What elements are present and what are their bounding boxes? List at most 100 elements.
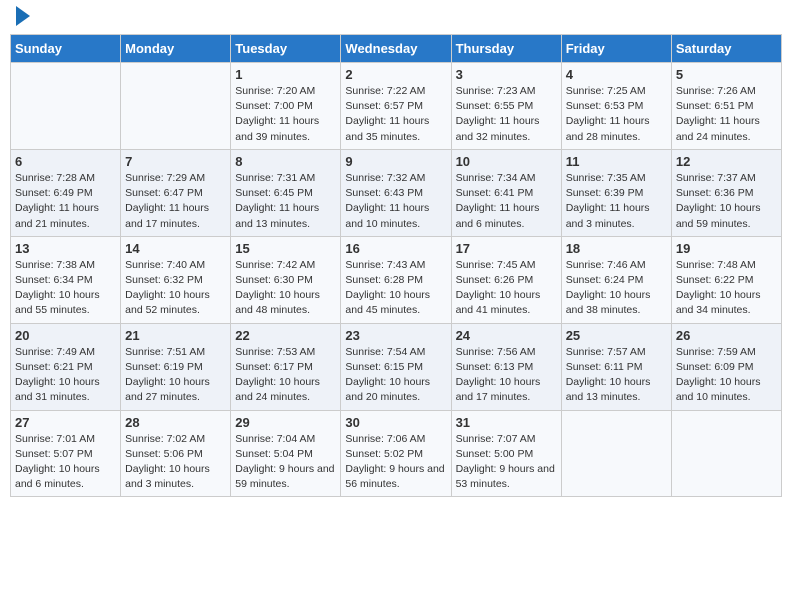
calendar-cell: 6 Sunrise: 7:28 AMSunset: 6:49 PMDaylight… <box>11 149 121 236</box>
day-number: 3 <box>456 67 557 82</box>
day-info: Sunrise: 7:07 AMSunset: 5:00 PMDaylight:… <box>456 432 557 493</box>
calendar-cell: 10Sunrise: 7:34 AMSunset: 6:41 PMDayligh… <box>451 149 561 236</box>
day-info: Sunrise: 7:02 AMSunset: 5:06 PMDaylight:… <box>125 432 226 493</box>
calendar-cell: 1 Sunrise: 7:20 AMSunset: 7:00 PMDaylight… <box>231 63 341 150</box>
day-info: Sunrise: 7:45 AMSunset: 6:26 PMDaylight:… <box>456 258 557 319</box>
column-header-monday: Monday <box>121 35 231 63</box>
day-number: 12 <box>676 154 777 169</box>
column-header-sunday: Sunday <box>11 35 121 63</box>
calendar-cell: 30 Sunrise: 7:06 AMSunset: 5:02 PMDayligh… <box>341 410 451 497</box>
calendar-cell: 20 Sunrise: 7:49 AMSunset: 6:21 PMDayligh… <box>11 323 121 410</box>
calendar-cell: 21 Sunrise: 7:51 AMSunset: 6:19 PMDayligh… <box>121 323 231 410</box>
calendar-cell: 9 Sunrise: 7:32 AMSunset: 6:43 PMDaylight… <box>341 149 451 236</box>
calendar-week-row: 6 Sunrise: 7:28 AMSunset: 6:49 PMDaylight… <box>11 149 782 236</box>
day-info: Sunrise: 7:32 AMSunset: 6:43 PMDaylight:… <box>345 171 446 232</box>
calendar-header-row: SundayMondayTuesdayWednesdayThursdayFrid… <box>11 35 782 63</box>
day-number: 21 <box>125 328 226 343</box>
calendar-cell: 17Sunrise: 7:45 AMSunset: 6:26 PMDayligh… <box>451 236 561 323</box>
day-number: 5 <box>676 67 777 82</box>
calendar-cell: 27 Sunrise: 7:01 AMSunset: 5:07 PMDayligh… <box>11 410 121 497</box>
day-number: 4 <box>566 67 667 82</box>
calendar-cell: 15Sunrise: 7:42 AMSunset: 6:30 PMDayligh… <box>231 236 341 323</box>
day-number: 29 <box>235 415 336 430</box>
day-info: Sunrise: 7:59 AMSunset: 6:09 PMDaylight:… <box>676 345 777 406</box>
logo <box>14 10 30 26</box>
day-number: 31 <box>456 415 557 430</box>
day-number: 7 <box>125 154 226 169</box>
day-info: Sunrise: 7:25 AMSunset: 6:53 PMDaylight:… <box>566 84 667 145</box>
day-number: 11 <box>566 154 667 169</box>
calendar-table: SundayMondayTuesdayWednesdayThursdayFrid… <box>10 34 782 497</box>
day-number: 23 <box>345 328 446 343</box>
calendar-week-row: 20 Sunrise: 7:49 AMSunset: 6:21 PMDayligh… <box>11 323 782 410</box>
day-number: 8 <box>235 154 336 169</box>
day-info: Sunrise: 7:31 AMSunset: 6:45 PMDaylight:… <box>235 171 336 232</box>
day-number: 14 <box>125 241 226 256</box>
calendar-cell: 5 Sunrise: 7:26 AMSunset: 6:51 PMDaylight… <box>671 63 781 150</box>
day-info: Sunrise: 7:43 AMSunset: 6:28 PMDaylight:… <box>345 258 446 319</box>
calendar-week-row: 1 Sunrise: 7:20 AMSunset: 7:00 PMDaylight… <box>11 63 782 150</box>
calendar-cell: 23 Sunrise: 7:54 AMSunset: 6:15 PMDayligh… <box>341 323 451 410</box>
column-header-friday: Friday <box>561 35 671 63</box>
calendar-cell: 28Sunrise: 7:02 AMSunset: 5:06 PMDayligh… <box>121 410 231 497</box>
day-number: 9 <box>345 154 446 169</box>
calendar-cell: 7 Sunrise: 7:29 AMSunset: 6:47 PMDaylight… <box>121 149 231 236</box>
day-number: 6 <box>15 154 116 169</box>
day-info: Sunrise: 7:22 AMSunset: 6:57 PMDaylight:… <box>345 84 446 145</box>
calendar-cell: 13 Sunrise: 7:38 AMSunset: 6:34 PMDayligh… <box>11 236 121 323</box>
calendar-cell <box>671 410 781 497</box>
day-number: 16 <box>345 241 446 256</box>
day-info: Sunrise: 7:20 AMSunset: 7:00 PMDaylight:… <box>235 84 336 145</box>
day-number: 13 <box>15 241 116 256</box>
day-number: 26 <box>676 328 777 343</box>
calendar-cell: 22Sunrise: 7:53 AMSunset: 6:17 PMDayligh… <box>231 323 341 410</box>
day-number: 24 <box>456 328 557 343</box>
day-info: Sunrise: 7:06 AMSunset: 5:02 PMDaylight:… <box>345 432 446 493</box>
day-info: Sunrise: 7:46 AMSunset: 6:24 PMDaylight:… <box>566 258 667 319</box>
day-info: Sunrise: 7:01 AMSunset: 5:07 PMDaylight:… <box>15 432 116 493</box>
day-info: Sunrise: 7:29 AMSunset: 6:47 PMDaylight:… <box>125 171 226 232</box>
calendar-cell: 18 Sunrise: 7:46 AMSunset: 6:24 PMDayligh… <box>561 236 671 323</box>
calendar-cell: 3Sunrise: 7:23 AMSunset: 6:55 PMDaylight… <box>451 63 561 150</box>
calendar-cell: 2 Sunrise: 7:22 AMSunset: 6:57 PMDaylight… <box>341 63 451 150</box>
calendar-cell: 8 Sunrise: 7:31 AMSunset: 6:45 PMDaylight… <box>231 149 341 236</box>
calendar-cell: 29Sunrise: 7:04 AMSunset: 5:04 PMDayligh… <box>231 410 341 497</box>
day-number: 2 <box>345 67 446 82</box>
day-info: Sunrise: 7:48 AMSunset: 6:22 PMDaylight:… <box>676 258 777 319</box>
column-header-wednesday: Wednesday <box>341 35 451 63</box>
day-info: Sunrise: 7:53 AMSunset: 6:17 PMDaylight:… <box>235 345 336 406</box>
day-info: Sunrise: 7:40 AMSunset: 6:32 PMDaylight:… <box>125 258 226 319</box>
day-number: 20 <box>15 328 116 343</box>
calendar-cell: 25Sunrise: 7:57 AMSunset: 6:11 PMDayligh… <box>561 323 671 410</box>
column-header-tuesday: Tuesday <box>231 35 341 63</box>
day-info: Sunrise: 7:38 AMSunset: 6:34 PMDaylight:… <box>15 258 116 319</box>
day-number: 27 <box>15 415 116 430</box>
day-number: 18 <box>566 241 667 256</box>
calendar-cell: 19Sunrise: 7:48 AMSunset: 6:22 PMDayligh… <box>671 236 781 323</box>
column-header-saturday: Saturday <box>671 35 781 63</box>
calendar-cell: 26 Sunrise: 7:59 AMSunset: 6:09 PMDayligh… <box>671 323 781 410</box>
page-header <box>10 10 782 26</box>
logo-arrow-icon <box>16 6 30 26</box>
calendar-cell: 12Sunrise: 7:37 AMSunset: 6:36 PMDayligh… <box>671 149 781 236</box>
day-number: 1 <box>235 67 336 82</box>
calendar-cell: 11 Sunrise: 7:35 AMSunset: 6:39 PMDayligh… <box>561 149 671 236</box>
day-info: Sunrise: 7:28 AMSunset: 6:49 PMDaylight:… <box>15 171 116 232</box>
day-info: Sunrise: 7:35 AMSunset: 6:39 PMDaylight:… <box>566 171 667 232</box>
column-header-thursday: Thursday <box>451 35 561 63</box>
calendar-cell: 4 Sunrise: 7:25 AMSunset: 6:53 PMDaylight… <box>561 63 671 150</box>
calendar-week-row: 27 Sunrise: 7:01 AMSunset: 5:07 PMDayligh… <box>11 410 782 497</box>
day-number: 10 <box>456 154 557 169</box>
day-number: 25 <box>566 328 667 343</box>
day-info: Sunrise: 7:56 AMSunset: 6:13 PMDaylight:… <box>456 345 557 406</box>
day-info: Sunrise: 7:49 AMSunset: 6:21 PMDaylight:… <box>15 345 116 406</box>
day-info: Sunrise: 7:54 AMSunset: 6:15 PMDaylight:… <box>345 345 446 406</box>
calendar-week-row: 13 Sunrise: 7:38 AMSunset: 6:34 PMDayligh… <box>11 236 782 323</box>
calendar-cell: 16 Sunrise: 7:43 AMSunset: 6:28 PMDayligh… <box>341 236 451 323</box>
day-number: 30 <box>345 415 446 430</box>
calendar-cell <box>121 63 231 150</box>
day-info: Sunrise: 7:51 AMSunset: 6:19 PMDaylight:… <box>125 345 226 406</box>
day-info: Sunrise: 7:42 AMSunset: 6:30 PMDaylight:… <box>235 258 336 319</box>
day-info: Sunrise: 7:26 AMSunset: 6:51 PMDaylight:… <box>676 84 777 145</box>
calendar-cell: 24 Sunrise: 7:56 AMSunset: 6:13 PMDayligh… <box>451 323 561 410</box>
